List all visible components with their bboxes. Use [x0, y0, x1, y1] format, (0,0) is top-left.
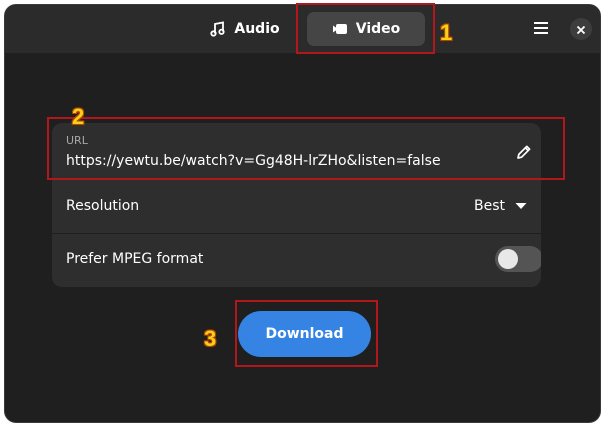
tab-video[interactable]: Video — [307, 12, 425, 46]
tab-audio-label: Audio — [234, 21, 280, 37]
hamburger-menu-icon — [533, 20, 549, 39]
url-row[interactable]: URL https://yewtu.be/watch?v=Gg48H-lrZHo… — [52, 123, 541, 179]
url-field[interactable]: https://yewtu.be/watch?v=Gg48H-lrZHo&lis… — [66, 153, 441, 169]
download-options-card: URL https://yewtu.be/watch?v=Gg48H-lrZHo… — [52, 123, 541, 287]
mpeg-label: Prefer MPEG format — [66, 251, 204, 267]
close-button[interactable] — [570, 18, 592, 40]
main-menu-button[interactable] — [528, 17, 554, 41]
mpeg-row: Prefer MPEG format — [52, 234, 541, 287]
step-marker-1: 1 — [440, 20, 453, 45]
edit-url-button[interactable] — [515, 143, 533, 161]
resolution-row: Resolution Best — [52, 179, 541, 234]
tab-video-label: Video — [355, 21, 401, 37]
step-marker-3: 3 — [204, 326, 217, 351]
toggle-knob — [498, 249, 518, 269]
music-note-icon — [210, 21, 226, 37]
download-button[interactable]: Download — [238, 311, 371, 357]
resolution-dropdown[interactable]: Best — [474, 196, 527, 216]
pencil-icon — [515, 145, 533, 165]
close-icon — [576, 20, 586, 39]
app-window: Audio Video URL https://yewtu.be/watch?v… — [4, 4, 601, 423]
step-marker-2: 2 — [72, 104, 85, 129]
tab-audio[interactable]: Audio — [201, 12, 289, 46]
triangle-down-icon — [515, 198, 527, 214]
video-camera-icon — [332, 22, 348, 36]
mpeg-toggle[interactable] — [495, 246, 541, 272]
url-caption: URL — [66, 134, 88, 147]
resolution-label: Resolution — [66, 198, 140, 214]
resolution-value: Best — [473, 198, 505, 214]
header-bar: Audio Video — [5, 5, 600, 53]
